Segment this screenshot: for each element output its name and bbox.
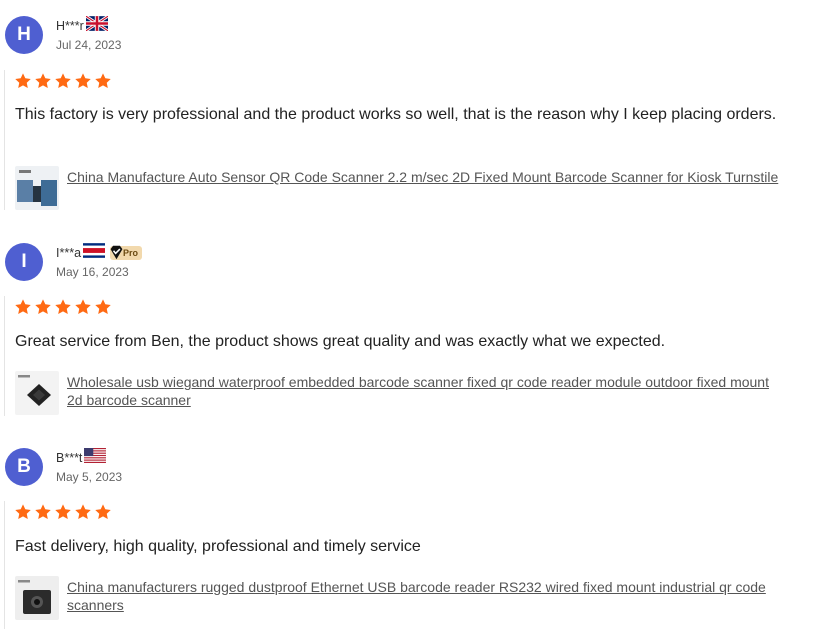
reviewer-name: I***a bbox=[56, 246, 82, 260]
avatar: B bbox=[5, 448, 43, 486]
uk-flag-icon bbox=[84, 14, 109, 36]
star-icon bbox=[74, 503, 92, 521]
star-icon bbox=[74, 72, 92, 90]
pro-badge: Pro bbox=[110, 245, 143, 260]
avatar: H bbox=[5, 16, 43, 54]
review-date: Jul 24, 2023 bbox=[56, 38, 122, 52]
diamond-icon bbox=[110, 245, 123, 260]
star-rating bbox=[14, 298, 112, 316]
star-icon bbox=[54, 72, 72, 90]
avatar: I bbox=[5, 243, 43, 281]
star-icon bbox=[54, 503, 72, 521]
costa-rica-flag-icon bbox=[83, 243, 106, 263]
star-icon bbox=[34, 298, 52, 316]
product-thumbnail[interactable] bbox=[15, 371, 59, 415]
star-icon bbox=[14, 298, 32, 316]
product-thumbnail[interactable] bbox=[15, 166, 59, 210]
product-link[interactable]: China manufacturers rugged dustproof Eth… bbox=[67, 578, 787, 614]
review-text: Fast delivery, high quality, professiona… bbox=[15, 538, 421, 555]
star-icon bbox=[94, 298, 112, 316]
reviewer-name: H***r bbox=[56, 19, 84, 33]
star-icon bbox=[94, 72, 112, 90]
divider bbox=[4, 70, 5, 210]
star-icon bbox=[34, 72, 52, 90]
star-icon bbox=[14, 72, 32, 90]
reviewer-name: B***t bbox=[56, 451, 83, 465]
star-rating bbox=[14, 503, 112, 521]
divider bbox=[4, 296, 5, 416]
review-text: Great service from Ben, the product show… bbox=[15, 333, 666, 350]
review-text: This factory is very professional and th… bbox=[15, 106, 777, 123]
star-icon bbox=[74, 298, 92, 316]
star-rating bbox=[14, 72, 112, 90]
us-flag-icon bbox=[84, 448, 107, 468]
star-icon bbox=[94, 503, 112, 521]
review-date: May 5, 2023 bbox=[56, 470, 123, 484]
star-icon bbox=[14, 503, 32, 521]
divider bbox=[4, 501, 5, 629]
product-link[interactable]: China Manufacture Auto Sensor QR Code Sc… bbox=[67, 168, 787, 186]
star-icon bbox=[34, 503, 52, 521]
product-thumbnail[interactable] bbox=[15, 576, 59, 620]
product-link[interactable]: Wholesale usb wiegand waterproof embedde… bbox=[67, 373, 787, 409]
review-date: May 16, 2023 bbox=[56, 265, 129, 279]
star-icon bbox=[54, 298, 72, 316]
